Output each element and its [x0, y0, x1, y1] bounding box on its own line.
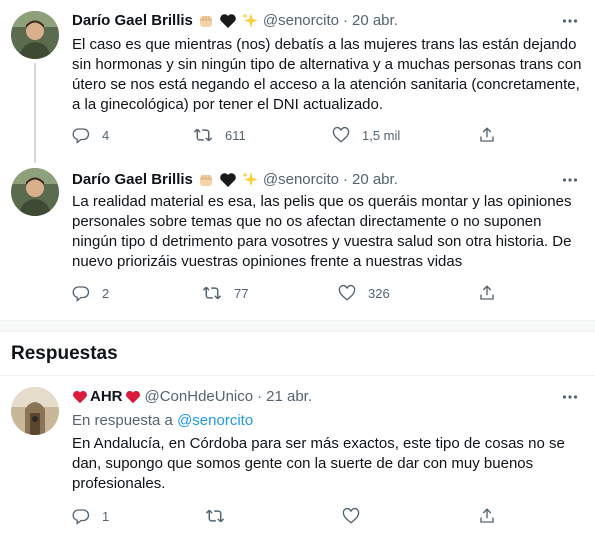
share-icon [478, 126, 496, 144]
replies-heading: Respuestas [11, 343, 118, 364]
raised-fist-icon [197, 12, 215, 30]
black-heart-icon [219, 12, 237, 30]
tweet-date[interactable]: 20 abr. [352, 170, 398, 190]
reply-button[interactable]: 2 [72, 283, 109, 303]
red-heart-icon [125, 389, 141, 405]
tweet-header: AHR @ConHdeUnico · 21 abr. [72, 387, 312, 407]
replying-to-label: En respuesta a [72, 412, 173, 429]
thread-line [34, 63, 36, 163]
tweet-text: El caso es que mientras (nos) debatís a … [72, 35, 582, 115]
author-name[interactable]: Darío Gael Brillis [72, 11, 193, 31]
share-icon [478, 507, 496, 525]
tweet-header: Darío Gael Brillis @senorcito · 20 abr. [72, 11, 398, 31]
reply-icon [72, 284, 90, 302]
tweet-actions: 4 611 1,5 mil [72, 125, 502, 145]
retweet-button[interactable]: 77 [202, 283, 248, 303]
share-button[interactable] [478, 125, 496, 145]
tweet-date[interactable]: 21 abr. [266, 387, 312, 407]
text-line: personales sobre temas que no os afectan… [72, 213, 542, 230]
more-options-icon[interactable] [560, 170, 580, 190]
text-line: En Andalucía, en Córdoba para ser más ex… [72, 435, 565, 452]
text-line: ningún tipo d detrimento para vosotres y… [72, 233, 572, 250]
like-icon [332, 126, 350, 144]
share-icon [478, 284, 496, 302]
retweet-count: 77 [234, 285, 249, 301]
avatar[interactable] [11, 387, 59, 435]
tweet-date[interactable]: 20 abr. [352, 11, 398, 31]
like-count: 326 [368, 285, 390, 301]
author-name[interactable]: AHR [90, 387, 123, 407]
like-icon [338, 284, 356, 302]
retweet-button[interactable]: 611 [193, 125, 246, 145]
text-line: útero se nos está negando el acceso a la… [72, 76, 580, 93]
like-count: 1,5 mil [362, 127, 401, 143]
share-button[interactable] [478, 283, 496, 303]
avatar[interactable] [11, 11, 59, 59]
sparkles-icon [241, 171, 259, 189]
text-line: sin hormonas y sin ningún tipo de altern… [72, 56, 582, 73]
section-divider [0, 320, 595, 332]
text-line: nuevo priorizáis vuestras opiniones fren… [72, 253, 463, 270]
reply-count: 4 [102, 127, 110, 143]
author-handle[interactable]: @senorcito [263, 11, 339, 31]
like-button[interactable]: 1,5 mil [332, 125, 400, 145]
tweet-text: En Andalucía, en Córdoba para ser más ex… [72, 434, 582, 494]
tweet-actions: 1 [72, 506, 502, 526]
avatar[interactable] [11, 168, 59, 216]
text-line: dan, supongo que somos gente con la suer… [72, 455, 534, 472]
more-options-icon[interactable] [560, 387, 580, 407]
replying-to: En respuesta a @senorcito [72, 411, 253, 431]
separator-dot: · [342, 171, 348, 188]
author-name[interactable]: Darío Gael Brillis [72, 170, 193, 190]
sparkles-icon [241, 12, 259, 30]
author-handle[interactable]: @senorcito [263, 170, 339, 190]
retweet-icon [193, 126, 213, 144]
like-button[interactable] [342, 506, 360, 526]
replying-to-mention[interactable]: @senorcito [177, 412, 253, 429]
reply-count: 2 [102, 285, 110, 301]
reply-button[interactable]: 4 [72, 125, 109, 145]
retweet-icon [205, 507, 225, 525]
tweet[interactable]: Darío Gael Brillis @senorcito · 20 abr. … [0, 160, 595, 310]
text-line: a la ginecológica) por tener el DNI actu… [72, 96, 384, 113]
reply-button[interactable]: 1 [72, 506, 109, 526]
reply-icon [72, 507, 90, 525]
tweet-text: La realidad material es esa, las pelis q… [72, 192, 582, 272]
separator-dot: · [342, 12, 348, 29]
raised-fist-icon [197, 171, 215, 189]
reply-icon [72, 126, 90, 144]
more-options-icon[interactable] [560, 11, 580, 31]
reply-tweet[interactable]: AHR @ConHdeUnico · 21 abr. En respuesta … [0, 376, 595, 533]
share-button[interactable] [478, 506, 496, 526]
like-icon [342, 507, 360, 525]
like-button[interactable]: 326 [338, 283, 390, 303]
text-line: El caso es que mientras (nos) debatís a … [72, 36, 577, 53]
retweet-count: 611 [225, 127, 246, 143]
retweet-button[interactable] [205, 506, 225, 526]
tweet[interactable]: Darío Gael Brillis @senorcito · 20 abr. … [0, 0, 595, 163]
tweet-header: Darío Gael Brillis @senorcito · 20 abr. [72, 170, 398, 190]
tweet-actions: 2 77 326 [72, 283, 502, 303]
retweet-icon [202, 284, 222, 302]
text-line: La realidad material es esa, las pelis q… [72, 193, 572, 210]
red-heart-icon [72, 389, 88, 405]
text-line: profesionales. [72, 475, 166, 492]
reply-count: 1 [102, 508, 110, 524]
author-handle[interactable]: @ConHdeUnico [145, 387, 254, 407]
black-heart-icon [219, 171, 237, 189]
separator-dot: · [257, 388, 263, 405]
